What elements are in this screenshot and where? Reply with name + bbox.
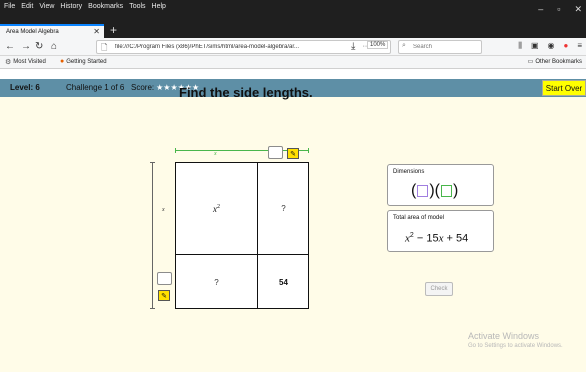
search-box[interactable]: ⌕ bbox=[398, 40, 482, 54]
left-term-entry[interactable] bbox=[157, 272, 172, 285]
menu-view[interactable]: View bbox=[39, 3, 54, 10]
bookmark-most-visited[interactable]: ⚙ Most Visited bbox=[5, 58, 46, 66]
bookmark-label: Most Visited bbox=[13, 59, 46, 65]
check-button[interactable]: Check bbox=[425, 282, 453, 296]
dimension-slot-left bbox=[417, 185, 429, 197]
browser-tools: ⫼ ▣ ◉ ● ≡ bbox=[518, 41, 582, 51]
dimensions-title: Dimensions bbox=[393, 169, 425, 175]
tab-close-icon[interactable]: ✕ bbox=[93, 27, 100, 36]
cell-top-left: x2 bbox=[176, 163, 258, 255]
left-dimension-line bbox=[150, 162, 155, 309]
firefox-icon: ● bbox=[60, 58, 65, 65]
pencil-icon: ✎ bbox=[161, 292, 167, 300]
library-icon[interactable]: ⫼ bbox=[518, 41, 522, 51]
search-input[interactable] bbox=[413, 44, 473, 50]
start-over-button[interactable]: Start Over bbox=[542, 80, 586, 96]
other-bookmarks-label: Other Bookmarks bbox=[535, 58, 582, 65]
edit-left-term-button[interactable]: ✎ bbox=[158, 290, 170, 301]
folder-icon: ▭ bbox=[527, 59, 534, 65]
cell-term: x2 bbox=[213, 203, 220, 214]
dimensions-expression: ( )( ) bbox=[411, 182, 459, 199]
top-term-entry[interactable] bbox=[268, 146, 283, 159]
zoom-level[interactable]: 100% bbox=[367, 41, 389, 49]
page-info-icon[interactable]: 🗋 bbox=[101, 42, 107, 56]
sidebar-icon[interactable]: ▣ bbox=[531, 41, 539, 51]
close-window-button[interactable]: ✕ bbox=[574, 4, 582, 15]
menu-history[interactable]: History bbox=[60, 3, 82, 10]
cell-bottom-left: ? bbox=[176, 254, 258, 309]
total-area-panel: Total area of model x2 − 15x + 54 bbox=[387, 210, 494, 252]
navigation-toolbar: ← → ↻ ⌂ 🗋 file:///C:/Program Files (x86)… bbox=[0, 38, 586, 56]
other-bookmarks[interactable]: ▭ Other Bookmarks bbox=[527, 58, 582, 66]
menu-icon[interactable]: ≡ bbox=[577, 41, 582, 51]
window-titlebar: File Edit View History Bookmarks Tools H… bbox=[0, 0, 586, 24]
cell-top-right: ? bbox=[257, 163, 309, 255]
total-area-expression: x2 − 15x + 54 bbox=[405, 232, 469, 245]
bookmarks-bar: ⚙ Most Visited ● Getting Started ▭ Other… bbox=[0, 56, 586, 69]
url-text: file:///C:/Program Files (x86)/PhET/sims… bbox=[115, 44, 300, 50]
menu-bar: File Edit View History Bookmarks Tools H… bbox=[4, 3, 166, 10]
top-dimension-label: x bbox=[214, 151, 217, 157]
minimize-button[interactable]: – bbox=[538, 4, 543, 15]
dimensions-panel: Dimensions ( )( ) bbox=[387, 164, 494, 206]
addon-icon[interactable]: ● bbox=[563, 41, 568, 51]
menu-bookmarks[interactable]: Bookmarks bbox=[88, 3, 123, 10]
activate-windows-subtitle: Go to Settings to activate Windows. bbox=[468, 343, 563, 349]
forward-icon[interactable]: → bbox=[21, 41, 31, 53]
window-controls: – ▫ ✕ bbox=[538, 4, 582, 15]
cell-bottom-right: 54 bbox=[257, 254, 309, 309]
challenge-label: Challenge 1 of 6 bbox=[66, 83, 125, 92]
menu-edit[interactable]: Edit bbox=[21, 3, 33, 10]
maximize-button[interactable]: ▫ bbox=[557, 4, 560, 15]
gear-icon: ⚙ bbox=[5, 59, 12, 66]
new-tab-button[interactable]: + bbox=[110, 23, 117, 37]
tab-area-model-algebra[interactable]: Area Model Algebra ✕ bbox=[0, 24, 104, 38]
score-label: Score: bbox=[131, 83, 155, 92]
url-bar[interactable]: 🗋 file:///C:/Program Files (x86)/PhET/si… bbox=[96, 40, 391, 54]
tab-title: Area Model Algebra bbox=[6, 29, 59, 35]
area-model-grid: x2 ? ? 54 bbox=[175, 162, 309, 309]
home-icon[interactable]: ⌂ bbox=[51, 41, 57, 53]
tab-bar: Area Model Algebra ✕ + bbox=[0, 23, 586, 38]
reload-icon[interactable]: ↻ bbox=[35, 41, 43, 53]
challenge-prompt: Find the side lengths. bbox=[179, 85, 313, 100]
search-icon: ⌕ bbox=[402, 42, 406, 49]
edit-top-term-button[interactable]: ✎ bbox=[287, 148, 299, 159]
menu-tools[interactable]: Tools bbox=[129, 3, 145, 10]
download-icon[interactable]: ⤓ bbox=[351, 41, 355, 53]
account-icon[interactable]: ◉ bbox=[548, 41, 555, 51]
dimension-slot-top bbox=[440, 185, 452, 197]
bookmark-getting-started[interactable]: ● Getting Started bbox=[60, 58, 107, 65]
activate-windows-title: Activate Windows bbox=[468, 331, 540, 341]
menu-file[interactable]: File bbox=[4, 3, 15, 10]
back-icon[interactable]: ← bbox=[5, 41, 15, 53]
left-dimension-label: x bbox=[162, 207, 165, 213]
menu-help[interactable]: Help bbox=[152, 3, 166, 10]
bookmark-label: Getting Started bbox=[66, 58, 107, 65]
level-label: Level: 6 bbox=[10, 83, 40, 92]
total-area-title: Total area of model bbox=[393, 215, 445, 221]
pencil-icon: ✎ bbox=[290, 150, 296, 158]
